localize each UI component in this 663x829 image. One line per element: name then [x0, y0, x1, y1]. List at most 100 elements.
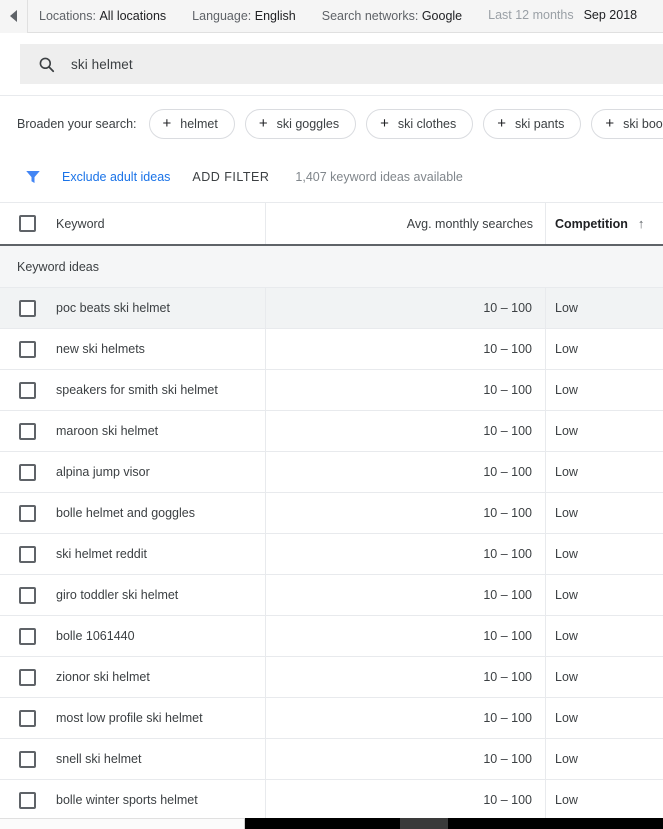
- cell-avg-monthly-searches: 10 – 100: [265, 452, 545, 492]
- row-checkbox[interactable]: [19, 587, 36, 604]
- row-checkbox[interactable]: [19, 464, 36, 481]
- setting-search-networks[interactable]: Search networks: Google: [322, 0, 462, 33]
- keyword-text: most low profile ski helmet: [56, 711, 203, 725]
- table-row[interactable]: ski helmet reddit10 – 100Low: [0, 534, 663, 575]
- setting-networks-value: Google: [422, 9, 462, 23]
- cell-competition: Low: [545, 493, 663, 533]
- row-checkbox[interactable]: [19, 751, 36, 768]
- broaden-chip-label: ski pants: [515, 117, 564, 131]
- collapse-panel-button[interactable]: [0, 0, 28, 33]
- table-group-label: Keyword ideas: [17, 260, 99, 274]
- cell-avg-monthly-searches: 10 – 100: [265, 534, 545, 574]
- table-row[interactable]: bolle winter sports helmet10 – 100Low: [0, 780, 663, 821]
- row-checkbox[interactable]: [19, 546, 36, 563]
- broaden-chip-label: ski clothes: [398, 117, 456, 131]
- horizontal-scrollbar-thumb[interactable]: [400, 818, 448, 829]
- setting-locations[interactable]: Locations: All locations: [39, 0, 166, 33]
- column-header-avg-monthly-searches[interactable]: Avg. monthly searches: [265, 203, 545, 244]
- cell-avg-monthly-searches: 10 – 100: [265, 493, 545, 533]
- broaden-chip-ski-boots[interactable]: + ski boots: [591, 109, 663, 139]
- cell-competition: Low: [545, 329, 663, 369]
- table-row[interactable]: bolle helmet and goggles10 – 100Low: [0, 493, 663, 534]
- select-all-checkbox[interactable]: [19, 215, 36, 232]
- setting-locations-label: Locations:: [39, 9, 96, 23]
- settings-list: Locations: All locations Language: Engli…: [28, 0, 663, 33]
- broaden-chip-label: ski boots: [623, 117, 663, 131]
- setting-date-range[interactable]: Last 12 months Sep 2018: [488, 0, 637, 33]
- setting-networks-label: Search networks:: [322, 9, 419, 23]
- keyword-text: alpina jump visor: [56, 465, 150, 479]
- row-checkbox[interactable]: [19, 710, 36, 727]
- table-header-row: Keyword Avg. monthly searches Competitio…: [0, 203, 663, 246]
- cell-keyword: alpina jump visor: [0, 452, 265, 492]
- table-row[interactable]: bolle 106144010 – 100Low: [0, 616, 663, 657]
- cell-competition: Low: [545, 739, 663, 779]
- table-row[interactable]: alpina jump visor 10 – 100Low: [0, 452, 663, 493]
- broaden-chip-ski-clothes[interactable]: + ski clothes: [366, 109, 473, 139]
- date-range-value: Sep 2018: [584, 0, 638, 33]
- row-checkbox[interactable]: [19, 423, 36, 440]
- row-checkbox[interactable]: [19, 628, 36, 645]
- cell-competition: Low: [545, 698, 663, 738]
- plus-icon: +: [605, 116, 614, 131]
- row-checkbox[interactable]: [19, 341, 36, 358]
- keyword-text: giro toddler ski helmet: [56, 588, 178, 602]
- cell-avg-monthly-searches: 10 – 100: [265, 329, 545, 369]
- column-header-keyword[interactable]: Keyword: [0, 203, 265, 244]
- triangle-left-icon: [10, 10, 17, 22]
- cell-keyword: snell ski helmet: [0, 739, 265, 779]
- cell-keyword: bolle winter sports helmet: [0, 780, 265, 820]
- column-header-competition[interactable]: Competition ↑: [545, 203, 663, 244]
- cell-keyword: most low profile ski helmet: [0, 698, 265, 738]
- table-row[interactable]: most low profile ski helmet 10 – 100Low: [0, 698, 663, 739]
- keyword-search-input[interactable]: ski helmet: [20, 44, 663, 84]
- row-checkbox[interactable]: [19, 300, 36, 317]
- settings-bar: Locations: All locations Language: Engli…: [0, 0, 663, 33]
- table-row[interactable]: poc beats ski helmet10 – 100Low: [0, 288, 663, 329]
- cell-avg-monthly-searches: 10 – 100: [265, 370, 545, 410]
- exclude-adult-ideas-link[interactable]: Exclude adult ideas: [62, 170, 170, 184]
- cell-keyword: zionor ski helmet: [0, 657, 265, 697]
- date-range-label: Last 12 months: [488, 0, 573, 32]
- cell-keyword: bolle 1061440: [0, 616, 265, 656]
- row-checkbox[interactable]: [19, 669, 36, 686]
- table-row[interactable]: speakers for smith ski helmet 10 – 100Low: [0, 370, 663, 411]
- cell-competition: Low: [545, 780, 663, 820]
- setting-locations-value: All locations: [99, 9, 166, 23]
- funnel-icon[interactable]: [24, 168, 42, 186]
- broaden-chip-ski-pants[interactable]: + ski pants: [483, 109, 581, 139]
- row-checkbox[interactable]: [19, 505, 36, 522]
- cell-keyword: ski helmet reddit: [0, 534, 265, 574]
- keyword-ideas-count: 1,407 keyword ideas available: [295, 170, 462, 184]
- keyword-text: new ski helmets: [56, 342, 145, 356]
- table-row[interactable]: snell ski helmet10 – 100Low: [0, 739, 663, 780]
- table-row[interactable]: new ski helmets 10 – 100Low: [0, 329, 663, 370]
- plus-icon: +: [497, 116, 506, 131]
- cell-avg-monthly-searches: 10 – 100: [265, 575, 545, 615]
- cell-avg-monthly-searches: 10 – 100: [265, 780, 545, 820]
- table-body: poc beats ski helmet10 – 100Lownew ski h…: [0, 288, 663, 821]
- add-filter-button[interactable]: ADD FILTER: [192, 170, 269, 184]
- row-checkbox[interactable]: [19, 792, 36, 809]
- keyword-text: ski helmet reddit: [56, 547, 147, 561]
- table-row[interactable]: zionor ski helmet10 – 100Low: [0, 657, 663, 698]
- horizontal-scrollbar[interactable]: [245, 818, 663, 829]
- broaden-chip-helmet[interactable]: + helmet: [149, 109, 235, 139]
- row-checkbox[interactable]: [19, 382, 36, 399]
- broaden-chip-ski-goggles[interactable]: + ski goggles: [245, 109, 356, 139]
- cell-avg-monthly-searches: 10 – 100: [265, 698, 545, 738]
- cell-competition: Low: [545, 411, 663, 451]
- broaden-chip-label: helmet: [180, 117, 218, 131]
- table-row[interactable]: maroon ski helmet10 – 100Low: [0, 411, 663, 452]
- table-row[interactable]: giro toddler ski helmet10 – 100Low: [0, 575, 663, 616]
- broaden-chip-label: ski goggles: [277, 117, 340, 131]
- keyword-text: speakers for smith ski helmet: [56, 383, 218, 397]
- cell-keyword: poc beats ski helmet: [0, 288, 265, 328]
- setting-language[interactable]: Language: English: [192, 0, 296, 33]
- cell-competition: Low: [545, 370, 663, 410]
- keyword-ideas-table: Keyword Avg. monthly searches Competitio…: [0, 203, 663, 821]
- cell-keyword: speakers for smith ski helmet: [0, 370, 265, 410]
- cell-avg-monthly-searches: 10 – 100: [265, 411, 545, 451]
- broaden-search-label: Broaden your search:: [17, 117, 137, 131]
- cell-competition: Low: [545, 452, 663, 492]
